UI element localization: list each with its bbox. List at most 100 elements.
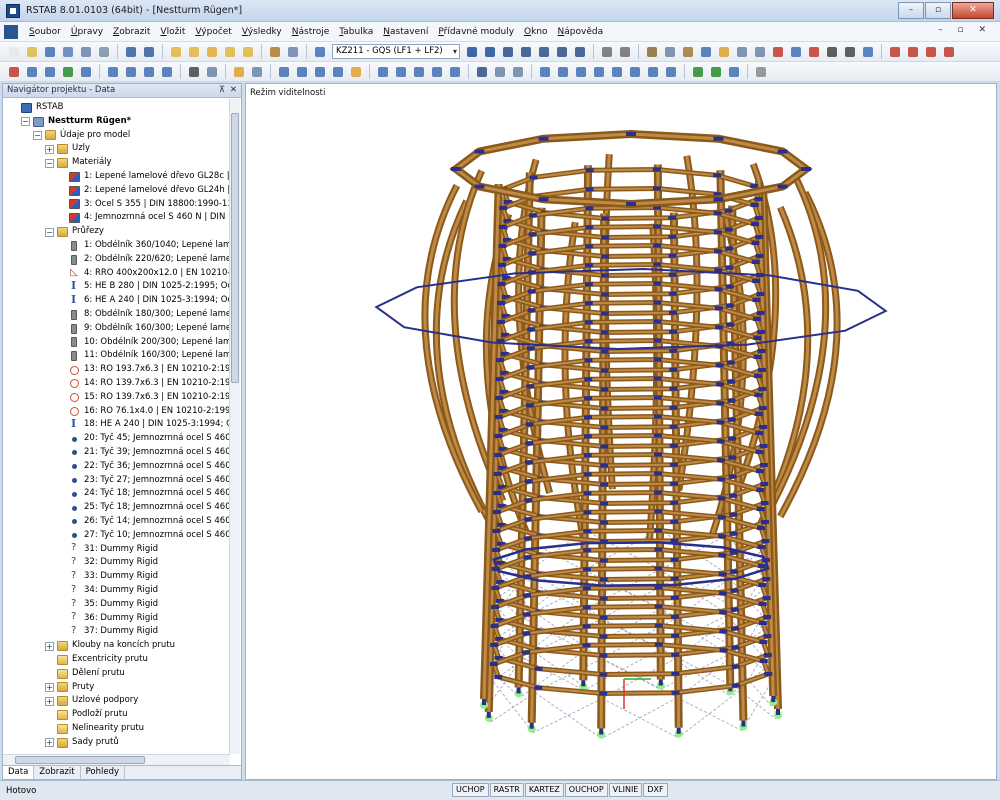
grid-icon[interactable] xyxy=(249,64,265,80)
tree-item[interactable]: RSTAB xyxy=(9,101,63,115)
copy-icon[interactable] xyxy=(96,44,112,60)
visibility-icon[interactable] xyxy=(348,64,364,80)
export-icon[interactable] xyxy=(842,44,858,60)
edit-icon[interactable] xyxy=(168,44,184,60)
tree-item[interactable]: − Údaje pro model xyxy=(33,129,130,143)
tree-item[interactable]: 24: Tyč 18; Jemnozrnná ocel S 460 N xyxy=(57,487,230,501)
select-window-icon[interactable] xyxy=(294,64,310,80)
tree-item[interactable]: + Uzly xyxy=(45,142,90,156)
tree-item[interactable]: 10: Obdélník 200/300; Lepené lamelov xyxy=(57,336,230,350)
support-reactions-icon[interactable] xyxy=(536,44,552,60)
load-line-icon[interactable] xyxy=(923,44,939,60)
tree-item[interactable]: − Průřezy xyxy=(45,225,104,239)
expand-icon[interactable]: + xyxy=(45,682,54,692)
copy-icon[interactable] xyxy=(123,64,139,80)
dxf-toggle[interactable]: DXF xyxy=(643,783,668,797)
tree-item[interactable]: 2: Obdélník 220/620; Lepené lamelové xyxy=(57,253,230,267)
expand-icon[interactable]: + xyxy=(45,696,54,706)
distribution-icon[interactable] xyxy=(726,64,742,80)
tree-item[interactable]: Podloží prutu xyxy=(45,708,128,722)
view-top-icon[interactable] xyxy=(447,64,463,80)
load-nodal-icon[interactable] xyxy=(887,44,903,60)
collapse-icon[interactable]: − xyxy=(45,227,54,237)
load-imposed-icon[interactable] xyxy=(941,44,957,60)
move-icon[interactable] xyxy=(105,64,121,80)
calculate-icon[interactable] xyxy=(204,44,220,60)
scale-icon[interactable] xyxy=(492,64,508,80)
menu-calculate[interactable]: Výpočet xyxy=(190,27,236,37)
result-vy-icon[interactable] xyxy=(555,64,571,80)
grid-toggle[interactable]: RASTR xyxy=(489,783,524,797)
close-button[interactable]: ✕ xyxy=(952,2,994,19)
tree-item[interactable]: 22: Tyč 36; Jemnozrnná ocel S 460 N xyxy=(57,460,230,474)
maximize-button[interactable]: ▫ xyxy=(925,2,951,19)
close-icon[interactable]: ✕ xyxy=(230,84,237,97)
delete-icon[interactable] xyxy=(806,44,822,60)
menu-view[interactable]: Zobrazit xyxy=(108,27,155,37)
graphics-viewport[interactable]: Režim viditelnosti xyxy=(245,83,997,780)
print-report-icon[interactable] xyxy=(78,44,94,60)
result-mt-icon[interactable] xyxy=(591,64,607,80)
menu-edit[interactable]: Úpravy xyxy=(66,27,108,37)
tree-item[interactable]: 13: RO 193.7x6.3 | EN 10210-2:1997; Oc xyxy=(57,363,230,377)
redo-icon[interactable] xyxy=(141,44,157,60)
support-icon[interactable] xyxy=(60,64,76,80)
previous-icon[interactable] xyxy=(464,44,480,60)
menu-addon-modules[interactable]: Přídavné moduly xyxy=(433,27,519,37)
tree-item[interactable]: 9: Obdélník 160/300; Lepené lamelové xyxy=(57,322,230,336)
undo-icon[interactable] xyxy=(123,44,139,60)
mdi-controls[interactable]: – ▫ ✕ xyxy=(938,25,992,35)
view-front-icon[interactable] xyxy=(429,64,445,80)
zoom-icon[interactable] xyxy=(734,44,750,60)
tree-item[interactable]: 5: HE B 280 | DIN 1025-2:1995; Ocel S 3 xyxy=(57,279,230,294)
node-icon[interactable] xyxy=(6,64,22,80)
menu-insert[interactable]: Vložit xyxy=(155,27,190,37)
tab-views[interactable]: Pohledy xyxy=(81,766,126,779)
menu-options[interactable]: Nastavení xyxy=(378,27,433,37)
load-case-select[interactable]: KZ211 - GQS (LF1 + LF2) xyxy=(332,44,460,59)
scrollbar-thumb[interactable] xyxy=(231,113,239,383)
load-case-icon[interactable] xyxy=(312,44,328,60)
comment-icon[interactable] xyxy=(204,64,220,80)
tree-item[interactable]: 37: Dummy Rigid xyxy=(57,624,158,639)
internal-forces-icon[interactable] xyxy=(518,44,534,60)
tree-item[interactable]: 14: RO 139.7x6.3 | EN 10210-2:1997; Oc xyxy=(57,377,230,391)
pin-icon[interactable]: ⊼ xyxy=(219,84,225,97)
result-n-icon[interactable] xyxy=(537,64,553,80)
printout-icon[interactable] xyxy=(753,64,769,80)
print-icon[interactable] xyxy=(60,44,76,60)
table-icon[interactable] xyxy=(267,44,283,60)
axis-y-icon[interactable] xyxy=(393,64,409,80)
expand-icon[interactable]: + xyxy=(45,144,54,154)
tree-item[interactable]: 23: Tyč 27; Jemnozrnná ocel S 460 N xyxy=(57,474,230,488)
dimension-icon[interactable] xyxy=(186,64,202,80)
menu-results[interactable]: Výsledky xyxy=(237,27,287,37)
wireframe-icon[interactable] xyxy=(662,44,678,60)
section-icon[interactable] xyxy=(788,44,804,60)
cube-icon[interactable] xyxy=(474,64,490,80)
load-member-icon[interactable] xyxy=(905,44,921,60)
search-icon[interactable] xyxy=(186,44,202,60)
object-snap-toggle[interactable]: OUCHOP xyxy=(564,783,608,797)
tab-data[interactable]: Data xyxy=(3,766,35,779)
member-chain-icon[interactable] xyxy=(42,64,58,80)
camera-icon[interactable] xyxy=(824,44,840,60)
guidelines-toggle[interactable]: VLINIE xyxy=(608,783,643,797)
tab-display[interactable]: Zobrazit xyxy=(34,766,81,779)
open-icon[interactable] xyxy=(24,44,40,60)
save-icon[interactable] xyxy=(42,44,58,60)
view-iso-icon[interactable] xyxy=(698,44,714,60)
tree-item[interactable]: 21: Tyč 39; Jemnozrnná ocel S 460 N xyxy=(57,446,230,460)
next-icon[interactable] xyxy=(482,44,498,60)
tree-item[interactable]: 4: RRO 400x200x12.0 | EN 10210-2:1997; xyxy=(57,266,230,281)
stresses-icon[interactable] xyxy=(554,44,570,60)
tree-item[interactable]: 16: RO 76.1x4.0 | EN 10210-2:1997; Oce xyxy=(57,405,230,419)
tree-item[interactable]: − Materiály xyxy=(45,156,112,170)
settings-icon[interactable] xyxy=(860,44,876,60)
tree-item[interactable]: 1: Lepené lamelové dřevo GL28c | DIN xyxy=(57,170,230,184)
tree-item[interactable]: 3: Ocel S 355 | DIN 18800:1990-11 xyxy=(57,198,230,212)
hinge-icon[interactable] xyxy=(78,64,94,80)
new-icon[interactable] xyxy=(6,44,22,60)
tree-item[interactable]: 1: Obdélník 360/1040; Lepené lamelov xyxy=(57,239,230,253)
tree-item[interactable]: − Nestturm Rügen* xyxy=(21,115,131,129)
